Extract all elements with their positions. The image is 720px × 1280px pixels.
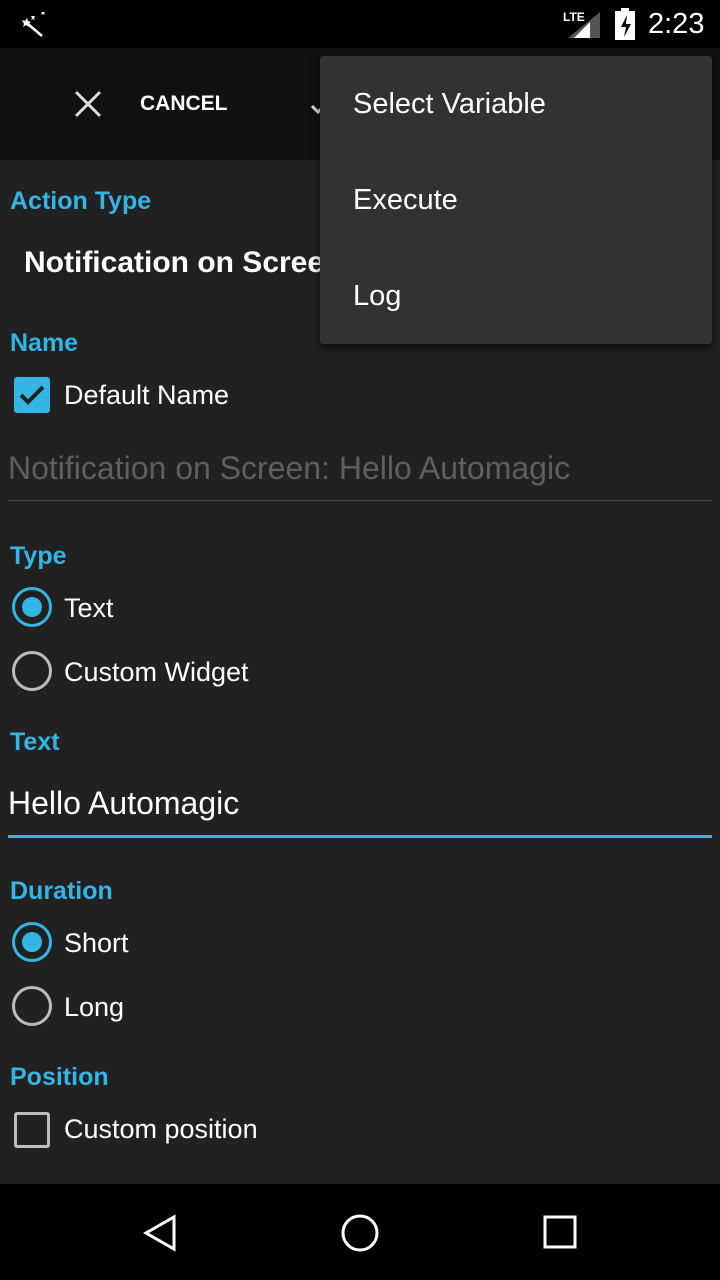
- battery-charging-icon: [615, 8, 635, 40]
- menu-item-log[interactable]: Log: [320, 248, 712, 344]
- name-label: Name: [10, 329, 79, 357]
- name-placeholder: Notification on Screen: Hello Automagic: [8, 450, 571, 486]
- overflow-menu: Select Variable Execute Log: [320, 56, 712, 344]
- cancel-label: CANCEL: [140, 92, 228, 115]
- duration-label: Duration: [10, 877, 113, 905]
- action-type-label: Action Type: [10, 187, 152, 215]
- signal-icon: [568, 12, 600, 38]
- duration-radio-long[interactable]: [12, 986, 52, 1026]
- custom-position-checkbox[interactable]: [14, 1112, 50, 1148]
- default-name-label: Default Name: [64, 380, 230, 410]
- type-option-text[interactable]: Text: [64, 593, 114, 624]
- clock: 2:23: [648, 8, 705, 40]
- close-icon: [74, 90, 102, 118]
- duration-option-long[interactable]: Long: [64, 992, 124, 1023]
- menu-item-execute[interactable]: Execute: [320, 152, 712, 248]
- back-icon[interactable]: [142, 1214, 178, 1252]
- status-bar: LTE 2:23: [0, 0, 720, 48]
- type-radio-custom-widget[interactable]: [12, 651, 52, 691]
- default-name-checkbox[interactable]: [14, 377, 50, 413]
- duration-option-short[interactable]: Short: [64, 928, 129, 959]
- recents-icon[interactable]: [543, 1215, 579, 1251]
- navigation-bar: [0, 1184, 720, 1280]
- action-type-spinner[interactable]: Notification on Screen: [24, 246, 342, 280]
- custom-position-label: Custom position: [64, 1114, 258, 1144]
- duration-radio-short[interactable]: [12, 922, 52, 962]
- text-label: Text: [10, 728, 60, 756]
- cancel-button[interactable]: CANCEL: [60, 68, 260, 140]
- position-label: Position: [10, 1063, 109, 1091]
- text-value: Hello Automagic: [8, 785, 240, 821]
- menu-item-select-variable[interactable]: Select Variable: [320, 56, 712, 152]
- text-input[interactable]: Hello Automagic: [8, 785, 712, 838]
- checkmark-icon: [19, 385, 45, 405]
- name-input[interactable]: Notification on Screen: Hello Automagic: [8, 450, 712, 501]
- type-option-custom-widget[interactable]: Custom Widget: [64, 657, 249, 688]
- type-radio-text[interactable]: [12, 587, 52, 627]
- home-icon[interactable]: [340, 1213, 380, 1253]
- magic-wand-icon: [22, 10, 45, 37]
- type-label: Type: [10, 542, 67, 570]
